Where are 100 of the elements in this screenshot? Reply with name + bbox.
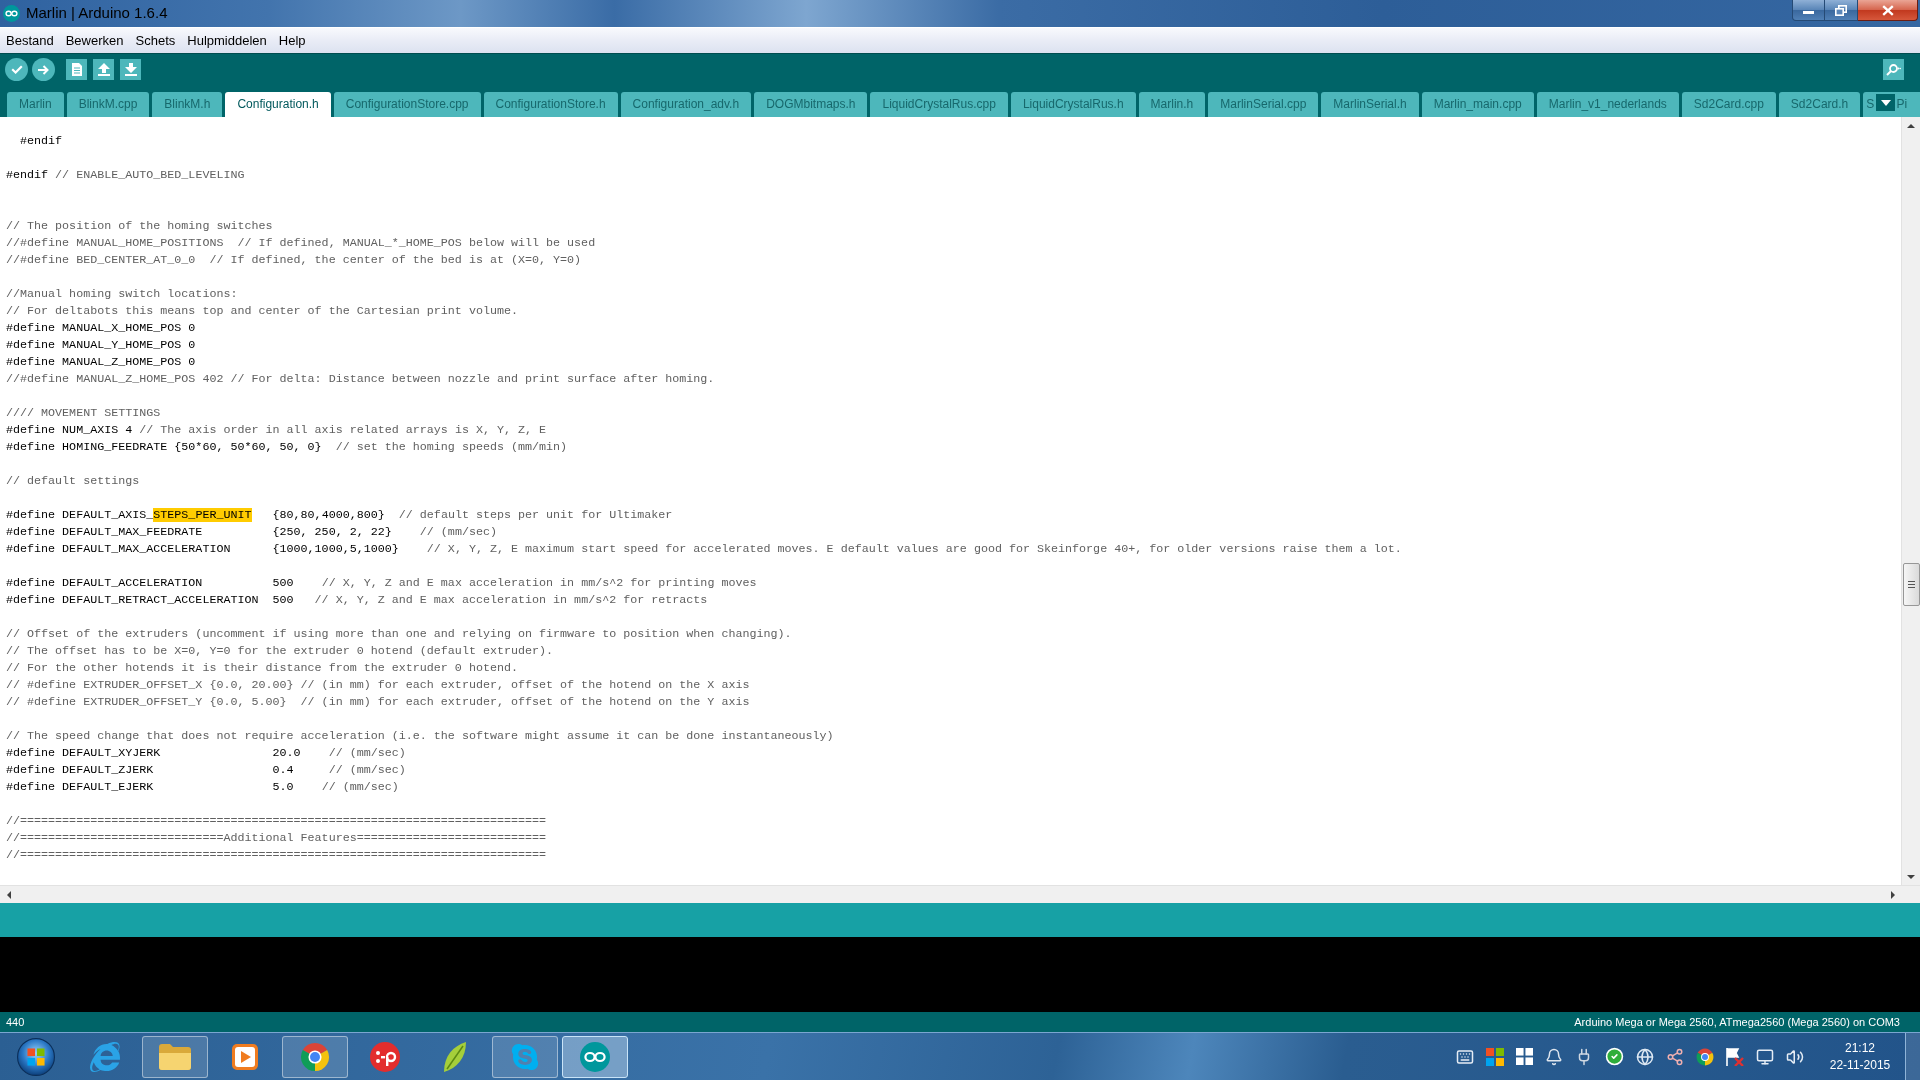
code-line: #endif // ENABLE_AUTO_BED_LEVELING — [6, 167, 245, 184]
arrow-button[interactable] — [32, 58, 55, 81]
close-icon — [1881, 4, 1894, 16]
tab[interactable]: MarlinSerial.h — [1321, 92, 1419, 117]
code-line: #define DEFAULT_MAX_FEEDRATE {250, 250, 2, 22} // (mm/sec) — [6, 524, 497, 541]
code-line: #define NUM_AXIS 4 // The axis order in all axis related arrays is X, Y, Z, E — [6, 422, 547, 439]
tab[interactable]: Sd2Card.cpp — [1681, 92, 1776, 117]
menu-item[interactable]: Hulpmiddelen — [181, 29, 273, 52]
code-line: // For the other hotends it is their distance from the extruder 0 hotend. — [6, 660, 518, 677]
folder-icon — [159, 1043, 191, 1070]
tab[interactable]: MarlinSerial.cpp — [1208, 92, 1319, 117]
code-line: // default settings — [6, 473, 140, 490]
speaker-icon[interactable] — [1786, 1047, 1804, 1066]
flag-x-icon[interactable] — [1726, 1047, 1744, 1066]
tab[interactable]: DOGMbitmaps.h — [754, 92, 868, 117]
arrow-down-icon[interactable] — [1907, 874, 1915, 879]
code-line: //// MOVEMENT SETTINGS — [6, 405, 161, 422]
tab[interactable]: ConfigurationStore.h — [483, 92, 618, 117]
arrow-up-icon[interactable] — [1907, 123, 1915, 128]
monitor-icon[interactable] — [1756, 1047, 1774, 1066]
code-line: #endif — [19, 133, 63, 150]
code-line: //#define BED_CENTER_AT_0_0 // If defined, the center of the bed is at (X=0, Y=0) — [6, 252, 582, 269]
tab[interactable]: Sd2Card.h — [1778, 92, 1861, 117]
code-line: #define DEFAULT_EJERK 5.0 // (mm/sec) — [6, 779, 399, 796]
scrollbar-thumb[interactable] — [1902, 563, 1920, 606]
menu-item[interactable]: Help — [272, 29, 312, 52]
clock-time: 21:12 — [1845, 1039, 1875, 1057]
menu-item[interactable]: Schets — [129, 29, 182, 52]
window-title: Marlin | Arduino 1.6.4 — [26, 4, 168, 22]
line-number: 440 — [6, 1014, 25, 1030]
four-panes-icon[interactable] — [1516, 1048, 1533, 1065]
play-icon — [232, 1043, 258, 1070]
arrow-down-icon — [124, 63, 137, 76]
code-line: //Manual homing switch locations: — [6, 286, 238, 303]
tab[interactable]: BlinkM.h — [152, 92, 223, 117]
tab[interactable]: Marlin — [7, 92, 64, 117]
code-line: // The speed change that does not require acceleration (i.e. the software might assume it can be done instantaneously) — [6, 728, 834, 745]
minimize-icon — [1803, 11, 1814, 14]
clock-date: 22-11-2015 — [1829, 1056, 1891, 1074]
check-circle-icon[interactable] — [1605, 1047, 1624, 1066]
code-line: #define DEFAULT_ACCELERATION 500 // X, Y, Z and E max acceleration in mm/s^2 for printing moves — [6, 575, 757, 592]
tab[interactable]: Marlin_v1_nederlands — [1536, 92, 1679, 117]
close-button[interactable] — [1858, 0, 1918, 21]
code-line: // The position of the homing switches — [6, 218, 273, 235]
tab[interactable]: Marlin_main.cpp — [1421, 92, 1534, 117]
leaf-icon — [443, 1041, 467, 1072]
globe-icon[interactable] — [1636, 1047, 1654, 1066]
board-info: Arduino Mega or Mega 2560, ATmega2560 (Mega 2560) on COM3 — [1574, 1014, 1900, 1030]
code-line: //#define MANUAL_Z_HOME_POS 402 // For delta: Distance between nozzle and print surface after homing. — [6, 371, 715, 388]
menu-item[interactable]: Bestand — [0, 29, 60, 52]
code-line: // The offset has to be X=0, Y=0 for the extruder 0 hotend (default extruder). — [6, 643, 554, 660]
caret-down-icon — [1880, 99, 1891, 106]
code-line: #define MANUAL_X_HOME_POS 0 — [6, 320, 196, 337]
code-line: // For deltabots this means top and center of the Cartesian print volume. — [6, 303, 518, 320]
code-line: #define MANUAL_Y_HOME_POS 0 — [6, 337, 196, 354]
document-icon — [71, 63, 82, 76]
code-line: // #define EXTRUDER_OFFSET_X {0.0, 20.00} // (in mm) for each extruder, offset of the hotend on the X axis — [6, 677, 750, 694]
emoticon-icon — [370, 1041, 400, 1072]
keyboard-icon[interactable] — [1456, 1047, 1474, 1066]
tab[interactable]: BlinkM.cpp — [66, 92, 150, 117]
arrow-right-icon[interactable] — [1890, 890, 1895, 899]
tab[interactable]: Configuration.h — [225, 92, 331, 117]
code-line: #define DEFAULT_ZJERK 0.4 // (mm/sec) — [6, 762, 406, 779]
arrow-up-icon — [97, 63, 110, 76]
menu-item[interactable]: Bewerken — [59, 29, 130, 52]
nodes-icon[interactable] — [1666, 1047, 1684, 1066]
start-orb-icon — [17, 1037, 55, 1076]
grip-icon — [1907, 581, 1915, 588]
code-line: #define MANUAL_Z_HOME_POS 0 — [6, 354, 196, 371]
show-desktop-button[interactable] — [1905, 1033, 1920, 1080]
tab[interactable]: ConfigurationStore.cpp — [333, 92, 481, 117]
code-line: #define HOMING_FEEDRATE {50*60, 50*60, 50, 0} // set the homing speeds (mm/min) — [6, 439, 568, 456]
code-line: //=============================Additional Features=========================== — [6, 830, 547, 847]
restore-icon — [1835, 4, 1847, 16]
tab-menu-button[interactable] — [1876, 94, 1896, 111]
code-line: //=========================================================================== — [6, 813, 547, 830]
segmented-circle-icon — [300, 1041, 330, 1072]
search-icon — [1886, 63, 1901, 76]
arrow-left-icon[interactable] — [6, 890, 11, 899]
flag-icon[interactable] — [1486, 1047, 1504, 1066]
bell-icon[interactable] — [1545, 1047, 1563, 1066]
tab[interactable]: Configuration_adv.h — [620, 92, 752, 117]
check-button[interactable] — [5, 58, 28, 81]
code-line: #define DEFAULT_RETRACT_ACCELERATION 500 // X, Y, Z and E max acceleration in mm/s^2 for retracts — [6, 592, 708, 609]
segmented-circle-icon[interactable] — [1696, 1047, 1714, 1066]
arrow-right-icon — [37, 64, 50, 75]
tab[interactable]: LiquidCrystalRus.cpp — [870, 92, 1008, 117]
taskbar-button[interactable] — [562, 1035, 628, 1078]
code-line: //=========================================================================== — [6, 847, 547, 864]
e-logo-icon — [90, 1041, 120, 1072]
minimize-button[interactable] — [1792, 0, 1825, 21]
code-line: // #define EXTRUDER_OFFSET_Y {0.0, 5.00} // (in mm) for each extruder, offset of the hotend on the Y axis — [6, 694, 750, 711]
infinity-logo-icon — [3, 5, 20, 22]
restore-button[interactable] — [1825, 0, 1858, 21]
tab[interactable]: Marlin.h — [1138, 92, 1206, 117]
code-line: //#define MANUAL_HOME_POSITIONS // If defined, MANUAL_*_HOME_POS below will be used — [6, 235, 596, 252]
tab[interactable]: LiquidCrystalRus.h — [1010, 92, 1136, 117]
infinity-logo-icon — [580, 1041, 610, 1072]
code-line: // Offset of the extruders (uncomment if using more than one and relying on firmware to position when changing). — [6, 626, 792, 643]
s-logo-icon — [510, 1041, 540, 1072]
